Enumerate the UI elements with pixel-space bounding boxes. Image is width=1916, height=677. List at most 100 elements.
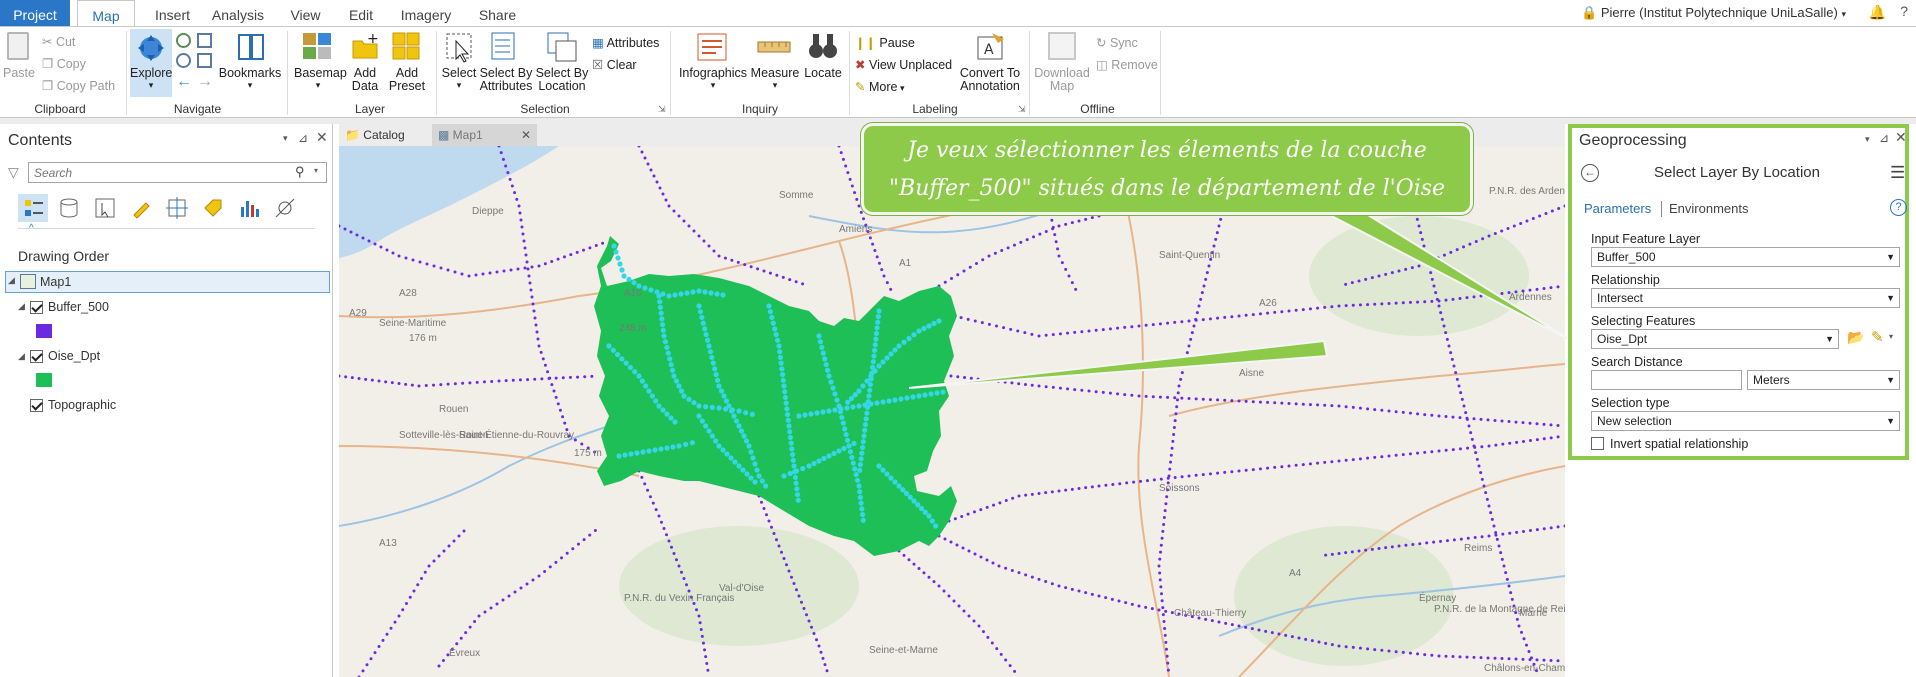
input-feature-layer-field[interactable]: Buffer_500 ▼: [1591, 247, 1900, 267]
zoom-to-selection-icon[interactable]: [176, 53, 191, 68]
explore-button[interactable]: Explore ▾: [130, 29, 172, 97]
menu-icon[interactable]: ☰: [1890, 163, 1905, 183]
relationship-select[interactable]: Intersect ▼: [1591, 288, 1900, 308]
tool-title: Select Layer By Location: [1654, 164, 1820, 181]
help-icon[interactable]: ?: [1900, 3, 1908, 19]
attributes-button[interactable]: ▦ Attributes: [592, 35, 659, 50]
invert-label: Invert spatial relationship: [1610, 437, 1749, 451]
locate-button[interactable]: Locate: [800, 67, 846, 80]
close-icon[interactable]: ✕: [316, 129, 328, 146]
list-by-source-icon[interactable]: [58, 197, 80, 219]
active-view-indicator: ^: [29, 223, 34, 234]
remove-button[interactable]: ◫ Remove: [1096, 57, 1158, 72]
tab-analysis[interactable]: Analysis: [208, 0, 268, 26]
layer-visibility-checkbox[interactable]: [30, 399, 43, 412]
tab-insert[interactable]: Insert: [145, 0, 200, 26]
list-by-selection-icon[interactable]: [94, 197, 116, 219]
pencil-icon[interactable]: ✎: [1871, 328, 1884, 346]
copy-path-button[interactable]: ❐ Copy Path: [42, 78, 115, 93]
list-perspective-imagery-icon[interactable]: [274, 197, 296, 219]
distance-unit-select[interactable]: Meters ▼: [1747, 370, 1900, 390]
tab-share[interactable]: Share: [470, 0, 525, 26]
view-unplaced-button[interactable]: ✖ View Unplaced: [855, 57, 952, 72]
convert-to-annotation-button[interactable]: Convert To Annotation: [956, 67, 1024, 93]
list-by-drawing-order-button[interactable]: [18, 194, 48, 222]
map-node[interactable]: ◢ Map1: [5, 271, 330, 293]
more-labeling-button[interactable]: ✎ More ▾: [855, 79, 904, 94]
chevron-down-icon[interactable]: ▾: [1865, 134, 1870, 145]
paste-button[interactable]: Paste: [2, 67, 36, 80]
list-by-editing-icon[interactable]: [130, 197, 152, 219]
tab-catalog[interactable]: 📁 Catalog: [339, 124, 424, 146]
tab-view[interactable]: View: [283, 0, 328, 26]
chevron-down-icon[interactable]: ▾: [314, 166, 318, 175]
download-map-icon: [1048, 32, 1076, 60]
user-account[interactable]: 🔒 Pierre (Institut Polytechnique UniLaSa…: [1581, 5, 1846, 21]
oise-symbol-swatch[interactable]: [36, 373, 52, 387]
tab-project[interactable]: Project: [0, 0, 70, 26]
chevron-down-icon: ▾: [710, 80, 716, 90]
contents-search-box[interactable]: ⚲ ▾: [28, 162, 327, 183]
chevron-down-icon: ▼: [1886, 252, 1895, 262]
invert-checkbox[interactable]: [1591, 437, 1604, 450]
close-icon[interactable]: ✕: [521, 124, 531, 146]
list-charts-icon[interactable]: [238, 197, 260, 219]
collapse-icon[interactable]: ◢: [18, 351, 25, 362]
layer-oise-dpt[interactable]: Oise_Dpt: [48, 349, 100, 363]
layer-visibility-checkbox[interactable]: [30, 350, 43, 363]
layer-buffer-500[interactable]: Buffer_500: [48, 300, 109, 314]
buffer-symbol-swatch[interactable]: [36, 324, 52, 338]
notification-icon[interactable]: 🔔: [1869, 4, 1886, 21]
back-arrow-icon[interactable]: ←: [176, 73, 192, 91]
sync-button[interactable]: ↻ Sync: [1096, 35, 1138, 50]
list-by-snapping-icon[interactable]: [166, 197, 188, 219]
add-preset-button[interactable]: Add Preset: [384, 67, 430, 93]
list-by-labeling-icon[interactable]: [202, 197, 224, 219]
copy-icon: ❐: [42, 57, 57, 71]
map-label-elevation-248: 248 m: [619, 323, 647, 334]
download-map-button[interactable]: Download Map: [1030, 67, 1094, 93]
pause-labeling-button[interactable]: ❙❙ Pause: [855, 35, 915, 50]
tab-map[interactable]: Map: [77, 0, 135, 27]
tab-parameters[interactable]: Parameters: [1584, 201, 1651, 216]
tab-imagery[interactable]: Imagery: [396, 0, 456, 26]
search-distance-input[interactable]: [1591, 370, 1742, 390]
select-by-location-button[interactable]: Select By Location: [534, 67, 590, 93]
pin-icon[interactable]: ⊿: [298, 131, 308, 145]
search-icon[interactable]: ⚲: [295, 164, 305, 180]
dialog-launcher-icon[interactable]: ⇲: [1018, 104, 1026, 115]
layer-topographic[interactable]: Topographic: [48, 398, 116, 412]
back-icon[interactable]: ←: [1581, 164, 1599, 182]
chevron-down-icon[interactable]: ▾: [1889, 332, 1893, 341]
tab-map1[interactable]: ▩ Map1 ✕: [432, 124, 537, 146]
ribbon: Paste ✂ Cut ❐ Copy ❐ Copy Path Clipboard…: [0, 26, 1916, 118]
select-by-attributes-button[interactable]: Select By Attributes: [478, 67, 534, 93]
contents-search-input[interactable]: [29, 163, 279, 182]
forward-arrow-icon[interactable]: →: [197, 73, 213, 91]
help-icon[interactable]: ?: [1890, 199, 1907, 216]
tab-edit[interactable]: Edit: [341, 0, 381, 26]
group-selection: Selection: [520, 102, 570, 116]
dialog-launcher-icon[interactable]: ⇲: [658, 104, 666, 115]
fixed-zoom-icon[interactable]: [197, 33, 212, 48]
pin-icon[interactable]: ⊿: [1879, 131, 1889, 145]
full-extent-icon[interactable]: [176, 33, 191, 48]
filter-icon[interactable]: ▽: [8, 164, 19, 181]
pencil-icon: ✎: [855, 80, 869, 94]
copy-button[interactable]: ❐ Copy: [42, 56, 86, 71]
close-icon[interactable]: ✕: [1895, 129, 1907, 146]
clear-button[interactable]: ☒ Clear: [592, 57, 637, 72]
selection-type-select[interactable]: New selection ▼: [1591, 411, 1900, 431]
cut-button[interactable]: ✂ Cut: [42, 34, 75, 49]
tab-environments[interactable]: Environments: [1669, 201, 1748, 216]
selecting-features-field[interactable]: Oise_Dpt ▼: [1591, 329, 1839, 349]
collapse-icon[interactable]: ◢: [8, 275, 15, 286]
chevron-down-icon[interactable]: ▾: [283, 133, 288, 144]
layer-visibility-checkbox[interactable]: [30, 301, 43, 314]
chevron-down-icon: ▾: [148, 80, 154, 90]
folder-icon[interactable]: 📂: [1847, 329, 1864, 346]
add-data-button[interactable]: Add Data: [344, 67, 386, 93]
zoom-out-icon[interactable]: [197, 53, 212, 68]
map-label-a4: A4: [1289, 568, 1302, 579]
collapse-icon[interactable]: ◢: [18, 301, 25, 312]
